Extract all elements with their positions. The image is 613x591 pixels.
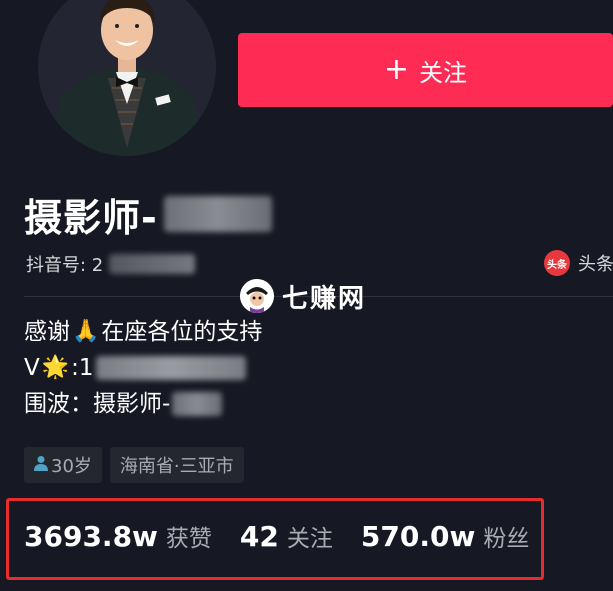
watermark: 七赚网: [240, 276, 366, 316]
profile-stats: 3693.8w 获赞 42 关注 570.0w 粉丝: [24, 514, 557, 558]
bio-line-2-suffix: :1: [71, 355, 94, 381]
follow-button[interactable]: + 关注: [238, 33, 613, 107]
blurred-id-redaction: [109, 254, 196, 274]
following-label: 关注: [286, 526, 333, 552]
toutiao-label: 头条: [578, 254, 613, 275]
douyin-id-label: 抖音号: 2: [26, 255, 104, 276]
toutiao-link[interactable]: 头条 头条: [544, 249, 613, 277]
bio-line-1: 感谢 🙏 在座各位的支持: [24, 314, 262, 350]
following-stat[interactable]: 42 关注: [240, 519, 333, 553]
douyin-id: 抖音号: 2: [26, 250, 196, 278]
followers-count: 570.0w: [360, 520, 476, 553]
watermark-text: 七赚网: [282, 283, 367, 314]
watermark-logo-icon: [240, 279, 274, 313]
star-emoji-icon: 🌟: [41, 355, 70, 380]
toutiao-icon: 头条: [544, 250, 570, 276]
pray-emoji-icon: 🙏: [72, 319, 100, 344]
blurred-phone-redaction: [95, 356, 246, 380]
age-tag: 30岁: [24, 447, 102, 483]
bio-line-2: V 🌟:1: [24, 350, 262, 386]
likes-stat: 3693.8w 获赞: [24, 519, 212, 553]
follow-button-label: 关注: [419, 58, 468, 87]
location-label: 海南省·三亚市: [119, 456, 234, 477]
profile-tags: 30岁 海南省·三亚市: [24, 447, 244, 483]
profile-name-row: 摄影师-: [24, 186, 272, 242]
bio-line-3: 围波：摄影师-: [24, 386, 262, 422]
person-icon: [34, 455, 48, 476]
bio-line-3-text: 围波：摄影师-: [24, 391, 171, 417]
likes-count: 3693.8w: [24, 520, 158, 553]
blurred-name-redaction: [163, 196, 272, 232]
bio-line-2-prefix: V: [24, 355, 40, 381]
likes-label: 获赞: [165, 526, 212, 552]
bio-line-1-text: 感谢: [24, 319, 70, 345]
avatar-image: [38, 0, 216, 156]
bio: 感谢 🙏 在座各位的支持 V 🌟:1 围波：摄影师-: [24, 314, 262, 422]
profile-name: 摄影师-: [24, 195, 158, 240]
followers-stat[interactable]: 570.0w 粉丝: [361, 519, 529, 553]
following-count: 42: [239, 520, 279, 553]
avatar[interactable]: [38, 0, 216, 156]
location-tag: 海南省·三亚市: [109, 447, 244, 483]
bio-line-1-text-end: 在座各位的支持: [101, 319, 263, 345]
plus-icon: +: [383, 52, 410, 87]
profile-page: + 关注 摄影师- 抖音号: 2 头条 头条 七赚网 感谢 🙏 在座各位的支持 …: [0, 0, 613, 591]
blurred-bio-name-redaction: [172, 392, 223, 416]
followers-label: 粉丝: [483, 526, 530, 552]
age-label: 30岁: [51, 456, 92, 477]
